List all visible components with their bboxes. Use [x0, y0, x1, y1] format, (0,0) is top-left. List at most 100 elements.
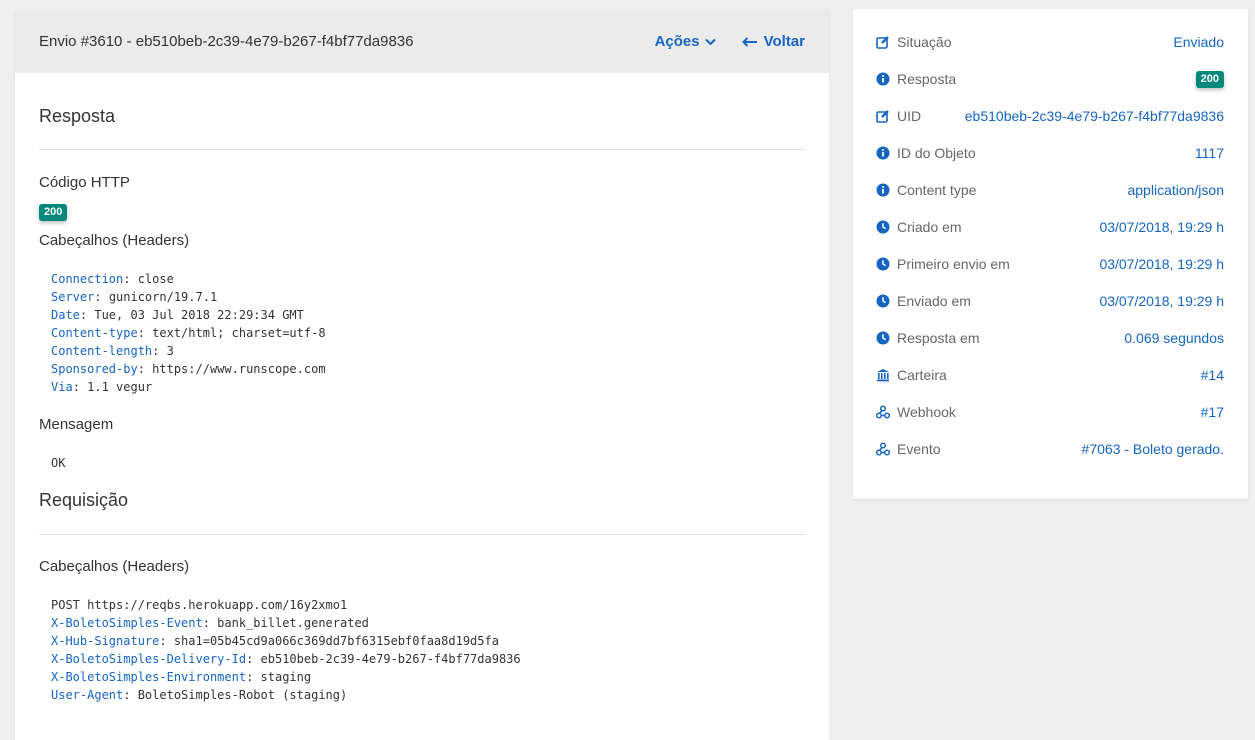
- sidebar-row: Resposta 200: [876, 69, 1224, 89]
- header-value: 3: [166, 344, 174, 358]
- chevron-down-icon: [704, 38, 716, 46]
- edit-icon: [876, 35, 890, 49]
- header-key: Server: [51, 290, 95, 304]
- card-header: Envio #3610 - eb510beb-2c39-4e79-b267-f4…: [15, 10, 829, 73]
- actions-dropdown-button[interactable]: Ações: [655, 33, 716, 50]
- clock-icon: [876, 257, 890, 271]
- request-headers-block: POST https://reqbs.herokuapp.com/16y2xmo…: [39, 596, 805, 704]
- sidebar-row-value-link[interactable]: 0.069 segundos: [1124, 330, 1224, 346]
- header-value: bank_billet.generated: [217, 616, 369, 630]
- http-code-label: Código HTTP: [39, 174, 130, 191]
- sidebar-row-label: Evento: [897, 441, 941, 457]
- header-line: X-BoletoSimples-Event: bank_billet.gener…: [51, 616, 369, 630]
- header-line: X-Hub-Signature: sha1=05b45cd9a066c369dd…: [51, 634, 499, 648]
- header-line: Server: gunicorn/19.7.1: [51, 290, 218, 304]
- sidebar-row: UID eb510beb-2c39-4e79-b267-f4bf77da9836: [876, 106, 1224, 126]
- info-icon: [876, 183, 890, 197]
- header-line: Content-length: 3: [51, 344, 174, 358]
- sidebar-row-value-link[interactable]: Enviado: [1173, 34, 1224, 50]
- sidebar-row-value-link[interactable]: #7063 - Boleto gerado.: [1082, 441, 1224, 457]
- header-value: BoletoSimples-Robot (staging): [137, 688, 348, 702]
- info-icon: [876, 72, 890, 86]
- header-line: Via: 1.1 vegur: [51, 380, 153, 394]
- details-sidebar: Situação Enviado Resposta 200 UID eb510beb-2c…: [853, 9, 1248, 499]
- request-section-title: Requisição: [39, 490, 129, 510]
- header-key: X-BoletoSimples-Delivery-Id: [51, 652, 247, 666]
- sidebar-row: Content type application/json: [876, 180, 1224, 200]
- clock-icon: [876, 220, 890, 234]
- message-label: Mensagem: [39, 416, 114, 433]
- header-key: Date: [51, 308, 80, 322]
- back-label: Voltar: [763, 33, 805, 50]
- info-icon: [876, 146, 890, 160]
- header-line: Connection: close: [51, 272, 174, 286]
- edit-icon: [876, 109, 890, 123]
- sidebar-row-value-link[interactable]: 1117: [1195, 145, 1224, 161]
- sidebar-row: Carteira #14: [876, 365, 1224, 385]
- sidebar-row-label: Resposta em: [897, 330, 980, 346]
- header-key: User-Agent: [51, 688, 124, 702]
- header-line: Content-type: text/html; charset=utf-8: [51, 326, 326, 340]
- response-headers-label: Cabeçalhos (Headers): [39, 232, 190, 249]
- webhook-icon: [876, 405, 890, 419]
- sidebar-row: Criado em 03/07/2018, 19:29 h: [876, 217, 1224, 237]
- header-line: User-Agent: BoletoSimples-Robot (staging…: [51, 688, 348, 702]
- arrow-left-icon: [741, 36, 758, 47]
- header-key: Content-type: [51, 326, 138, 340]
- actions-label: Ações: [654, 33, 700, 50]
- sidebar-row: Primeiro envio em 03/07/2018, 19:29 h: [876, 254, 1224, 274]
- back-button[interactable]: Voltar: [741, 33, 805, 50]
- request-line: POST https://reqbs.herokuapp.com/16y2xmo…: [51, 598, 348, 612]
- clock-icon: [876, 294, 890, 308]
- sidebar-row: Situação Enviado: [876, 32, 1224, 52]
- sidebar-row: Enviado em 03/07/2018, 19:29 h: [876, 291, 1224, 311]
- header-key: Via: [51, 380, 73, 394]
- sidebar-row-value-link[interactable]: 03/07/2018, 19:29 h: [1099, 256, 1224, 272]
- header-line: Sponsored-by: https://www.runscope.com: [51, 362, 326, 376]
- header-key: X-BoletoSimples-Environment: [51, 670, 247, 684]
- sidebar-row-label: Webhook: [897, 404, 956, 420]
- header-key: Sponsored-by: [51, 362, 138, 376]
- sidebar-row-value-link[interactable]: 03/07/2018, 19:29 h: [1099, 219, 1224, 235]
- sidebar-row-value-link[interactable]: eb510beb-2c39-4e79-b267-f4bf77da9836: [965, 108, 1224, 124]
- page-title: Envio #3610 - eb510beb-2c39-4e79-b267-f4…: [39, 33, 414, 50]
- sidebar-row-value-link[interactable]: application/json: [1127, 182, 1224, 198]
- status-badge: 200: [1195, 70, 1224, 88]
- header-value: sha1=05b45cd9a066c369dd7bf6315ebf0faa8d1…: [173, 634, 499, 648]
- sidebar-row-value-link[interactable]: #14: [1201, 367, 1224, 383]
- header-value: 1.1 vegur: [87, 380, 153, 394]
- clock-icon: [876, 331, 890, 345]
- sidebar-row-label: Content type: [897, 182, 977, 198]
- header-line: Date: Tue, 03 Jul 2018 22:29:34 GMT: [51, 308, 304, 322]
- sidebar-row-label: ID do Objeto: [897, 145, 976, 161]
- response-headers-block: Connection: close Server: gunicorn/19.7.1…: [39, 270, 805, 396]
- header-key: X-BoletoSimples-Event: [51, 616, 203, 630]
- card-body: Resposta Código HTTP 200 Cabeçalhos (Hea…: [15, 73, 829, 704]
- header-value: close: [137, 272, 174, 286]
- sidebar-row: Evento #7063 - Boleto gerado.: [876, 439, 1224, 459]
- sidebar-row-value-link[interactable]: #17: [1201, 404, 1224, 420]
- http-status-badge: 200: [39, 204, 68, 221]
- header-key: X-Hub-Signature: [51, 634, 160, 648]
- header-value: https://www.runscope.com: [152, 362, 326, 376]
- sidebar-row-label: UID: [897, 108, 922, 124]
- request-headers-label: Cabeçalhos (Headers): [39, 558, 190, 575]
- header-key: Content-length: [51, 344, 153, 358]
- sidebar-row-label: Situação: [897, 34, 952, 50]
- header-value: gunicorn/19.7.1: [108, 290, 218, 304]
- sidebar-row-value-link[interactable]: 03/07/2018, 19:29 h: [1099, 293, 1224, 309]
- sidebar-row-label: Carteira: [897, 367, 947, 383]
- header-value: text/html; charset=utf-8: [152, 326, 326, 340]
- response-message: OK: [51, 456, 66, 470]
- sidebar-row-label: Enviado em: [897, 293, 971, 309]
- header-value: eb510beb-2c39-4e79-b267-f4bf77da9836: [260, 652, 521, 666]
- response-section-title: Resposta: [39, 106, 116, 126]
- webhook-icon: [876, 442, 890, 456]
- bank-icon: [876, 368, 890, 382]
- sidebar-row-label: Resposta: [897, 71, 957, 87]
- delivery-detail-card: Envio #3610 - eb510beb-2c39-4e79-b267-f4…: [15, 10, 829, 740]
- sidebar-row: Resposta em 0.069 segundos: [876, 328, 1224, 348]
- header-value: staging: [260, 670, 312, 684]
- header-line: X-BoletoSimples-Delivery-Id: eb510beb-2c…: [51, 652, 521, 666]
- header-key: Connection: [51, 272, 124, 286]
